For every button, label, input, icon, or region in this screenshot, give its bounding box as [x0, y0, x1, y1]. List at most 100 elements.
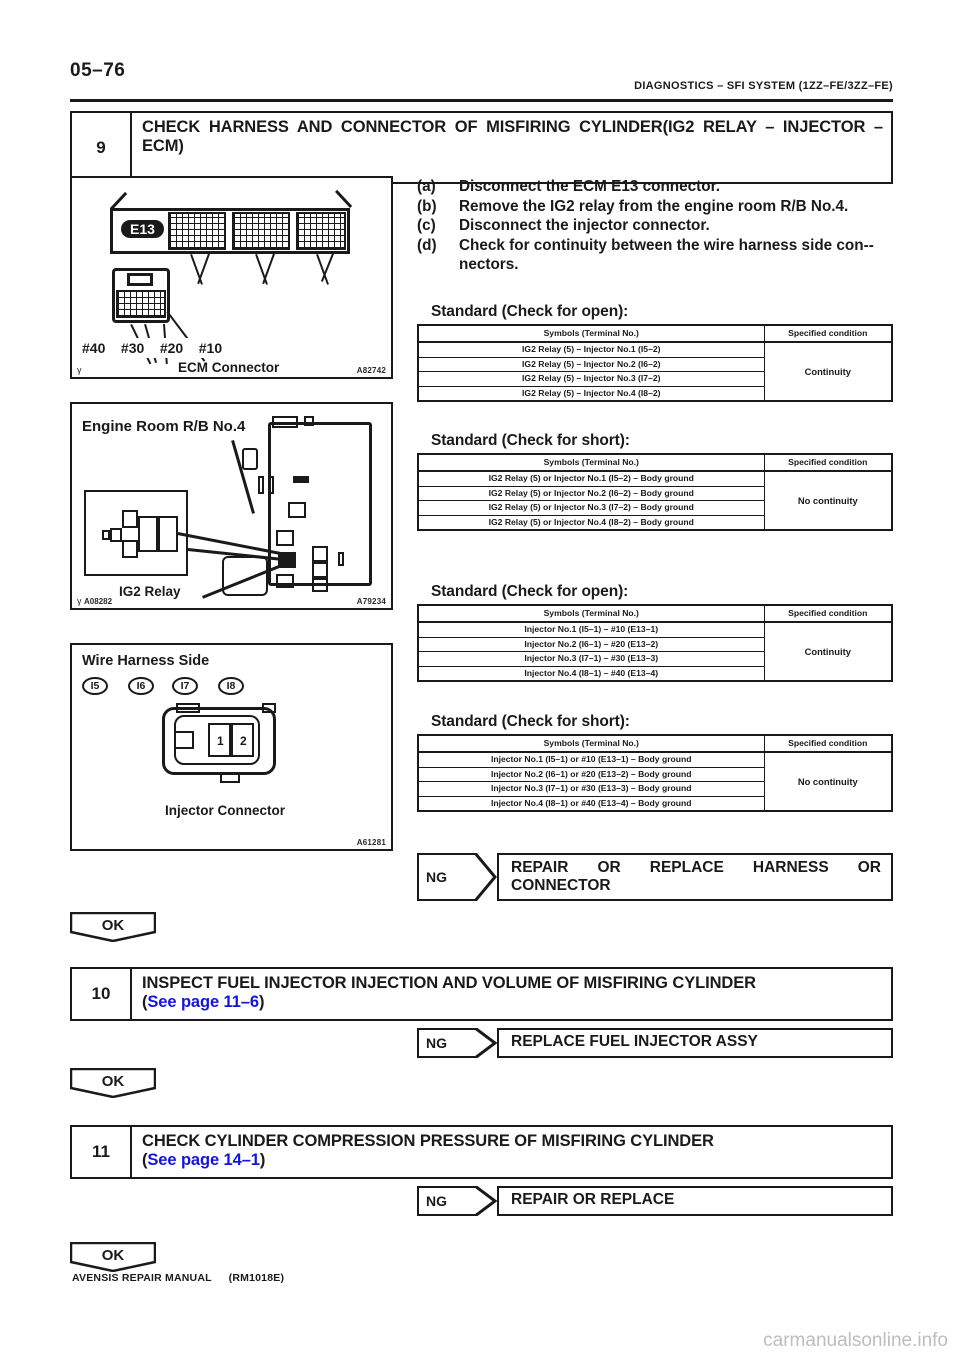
step-10-link[interactable]: See page 11–6	[147, 993, 259, 1011]
step-11-bar: 11 CHECK CYLINDER COMPRESSION PRESSURE O…	[70, 1125, 893, 1179]
instruction-c: (c) Disconnect the injector connector.	[417, 217, 897, 236]
instruction-a: (a) Disconnect the ECM E13 connector.	[417, 178, 897, 197]
injector-pin-2-cell: 2	[231, 723, 254, 757]
instruction-d: (d) Check for continuity between the wir…	[417, 237, 897, 274]
step-9-ng-text: REPAIR OR REPLACE HARNESS OR CONNECTOR	[511, 859, 881, 895]
step-10-ng-action: REPLACE FUEL INJECTOR ASSY	[497, 1028, 893, 1058]
rb-fuse-3	[268, 476, 274, 494]
rb-title-label: Engine Room R/B No.4	[76, 416, 252, 437]
ng-arrow-icon	[474, 1026, 498, 1060]
specified-cell: No continuity	[763, 751, 893, 812]
rb-fuse-4	[312, 546, 328, 562]
terminal-label-i8: I8	[218, 677, 244, 695]
instruction-b-text: Remove the IG2 relay from the engine roo…	[459, 197, 849, 215]
injector-bottom-tab	[220, 773, 240, 783]
ecm-pin-grid-1	[168, 212, 226, 250]
rb-fuse-2	[258, 476, 264, 494]
symbol-cell: Injector No.2 (I6–1) or #20 (E13–2) – Bo…	[417, 766, 765, 783]
symbol-cell: IG2 Relay (5) or Injector No.3 (I7–2) – …	[417, 500, 765, 516]
spec-table-2-caption: Standard (Check for short):	[431, 432, 630, 449]
instruction-d-label: (d)	[417, 236, 437, 254]
spec-table-3-wrap: Standard (Check for open): Symbols (Term…	[417, 583, 893, 683]
symbol-cell: IG2 Relay (5) – Injector No.1 (I5–2)	[417, 341, 765, 358]
step-11-ng-action: REPAIR OR REPLACE	[497, 1186, 893, 1216]
relay-figure-code: A79234	[356, 597, 386, 606]
step-10-bar: 10 INSPECT FUEL INJECTOR INJECTION AND V…	[70, 967, 893, 1021]
step-10-ok-label: OK	[101, 1072, 125, 1090]
relay-figure-mark: γ A08282	[77, 596, 112, 606]
instruction-b-label: (b)	[417, 197, 437, 215]
relay-pin-notch	[102, 530, 110, 540]
ecm-pin-20: #20	[159, 340, 184, 356]
spec-table-3-caption: Standard (Check for open):	[431, 583, 629, 600]
ecm-subconnector-tab	[127, 273, 153, 286]
terminal-label-i5: I5	[82, 677, 108, 695]
step-9-ng-action: REPAIR OR REPLACE HARNESS OR CONNECTOR	[497, 853, 893, 901]
col-specified: Specified condition	[763, 324, 893, 344]
rb-side-tab	[338, 552, 344, 566]
table-row: IG2 Relay (5) – Injector No.1 (I5–2) Con…	[417, 341, 893, 402]
table-row: IG2 Relay (5) or Injector No.1 (I5–2) – …	[417, 470, 893, 531]
instruction-d-text: Check for continuity between the wire ha…	[459, 236, 874, 273]
injector-top-lock	[176, 703, 200, 713]
rb-tab-top-2	[304, 416, 314, 426]
symbol-cell: Injector No.1 (I5–1) or #10 (E13–1) – Bo…	[417, 751, 765, 768]
table-row: Injector No.1 (I5–1) – #10 (E13–1) Conti…	[417, 621, 893, 682]
step-9-ng-label: NG	[426, 869, 447, 885]
symbol-cell: IG2 Relay (5) – Injector No.4 (I8–2)	[417, 385, 765, 402]
spec-table-1-wrap: Standard (Check for open): Symbols (Term…	[417, 303, 893, 403]
symbol-cell: Injector No.4 (I8–1) or #40 (E13–4) – Bo…	[417, 795, 765, 812]
step-9-number: 9	[72, 113, 132, 183]
step-11-ng-label: NG	[426, 1193, 447, 1209]
ig2-relay-caption: IG2 Relay	[119, 584, 181, 599]
step-11-ng-text: REPAIR OR REPLACE	[511, 1191, 675, 1209]
step-10-ng-text: REPLACE FUEL INJECTOR ASSY	[511, 1033, 758, 1051]
rb-fuse-6	[312, 578, 328, 592]
injector-figure-code: A61281	[356, 838, 386, 847]
ng-arrow-icon	[474, 1184, 498, 1218]
step-9-bar: 9 CHECK HARNESS AND CONNECTOR OF MISFIRI…	[70, 111, 893, 185]
specified-cell: Continuity	[763, 341, 893, 402]
step-9-instructions: (a) Disconnect the ECM E13 connector. (b…	[417, 178, 897, 274]
instruction-a-text: Disconnect the ECM E13 connector.	[459, 178, 720, 195]
footer-manual-code: (RM1018E)	[228, 1272, 285, 1284]
wire-bundle-4	[262, 253, 275, 285]
manual-page: 05–76 DIAGNOSTICS – SFI SYSTEM (1ZZ–FE/3…	[0, 0, 960, 1358]
col-specified: Specified condition	[763, 604, 893, 624]
table-row: Injector No.1 (I5–1) or #10 (E13–1) – Bo…	[417, 751, 893, 812]
spec-table-3: Symbols (Terminal No.) Specified conditi…	[417, 604, 893, 683]
step-10-ng-row: NG REPLACE FUEL INJECTOR ASSY	[417, 1026, 893, 1060]
wire-harness-side-title: Wire Harness Side	[82, 653, 210, 669]
col-symbols: Symbols (Terminal No.)	[417, 734, 765, 754]
step-11-link[interactable]: See page 14–1	[147, 1151, 260, 1169]
figure-ecm-connector: E13 #40 #30 #20 #10 ECM Connector γ A827…	[70, 176, 393, 379]
table-header-row: Symbols (Terminal No.) Specified conditi…	[417, 324, 893, 344]
step-11-ng-row: NG REPAIR OR REPLACE	[417, 1184, 893, 1218]
page-number: 05–76	[70, 60, 126, 81]
step-9-ok-banner: OK	[69, 911, 157, 943]
relay-pin-5b	[158, 516, 178, 552]
instruction-c-label: (c)	[417, 217, 436, 235]
site-watermark: carmanualsonline.info	[763, 1330, 948, 1351]
symbol-cell: Injector No.2 (I6–1) – #20 (E13–2)	[417, 636, 765, 653]
step-10-number: 10	[72, 969, 132, 1019]
figure-injector-connector: Wire Harness Side I5 I6 I7 I8 1 2 Inject…	[70, 643, 393, 851]
rb-tab-top-1	[272, 416, 298, 428]
step-11-number: 11	[72, 1127, 132, 1177]
ecm-pin-grid-2	[232, 212, 290, 250]
col-symbols: Symbols (Terminal No.)	[417, 604, 765, 624]
table-header-row: Symbols (Terminal No.) Specified conditi…	[417, 734, 893, 754]
specified-cell: No continuity	[763, 470, 893, 531]
terminal-label-i6: I6	[128, 677, 154, 695]
step-9-title: CHECK HARNESS AND CONNECTOR OF MISFIRING…	[132, 113, 891, 182]
rb-fuse-1	[242, 448, 258, 470]
housing-shoulder-right	[334, 189, 353, 208]
relay-pin-3	[110, 528, 122, 542]
figure-engine-room-rb: Engine Room R/B No.4 IG2 Relay γ A08282 …	[70, 402, 393, 610]
col-symbols: Symbols (Terminal No.)	[417, 324, 765, 344]
ecm-pin-40: #40	[82, 340, 106, 356]
rb-relay-slot-2	[276, 530, 294, 546]
step-10-title-text: INSPECT FUEL INJECTOR INJECTION AND VOLU…	[142, 974, 756, 992]
spec-table-4: Symbols (Terminal No.) Specified conditi…	[417, 734, 893, 813]
terminal-label-i7: I7	[172, 677, 198, 695]
